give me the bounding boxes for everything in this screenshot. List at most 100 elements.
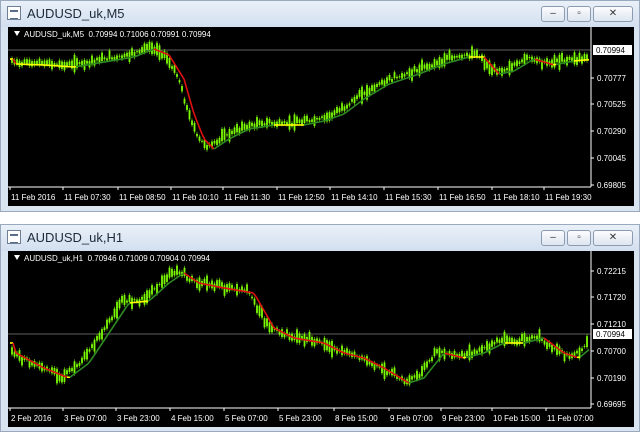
candle-body bbox=[451, 55, 453, 61]
chart-symbol: AUDUSD_uk,H1 bbox=[24, 254, 84, 263]
moving-average-segment bbox=[42, 366, 47, 370]
candle-body bbox=[213, 140, 216, 144]
moving-average-segment bbox=[570, 60, 575, 63]
chart-header: AUDUSD_uk,M5 0.70994 0.71006 0.70991 0.7… bbox=[14, 30, 211, 39]
moving-average-segment bbox=[105, 60, 110, 63]
current-price-label: 0.70994 bbox=[596, 330, 625, 339]
candle-body bbox=[436, 60, 438, 66]
restore-icon[interactable]: ▫ bbox=[567, 230, 591, 246]
candle-body bbox=[98, 332, 101, 340]
candle-body bbox=[341, 103, 343, 111]
candle-body bbox=[36, 60, 38, 65]
moving-average-segment bbox=[309, 339, 314, 342]
moving-average-segment bbox=[387, 82, 392, 86]
dropdown-triangle-icon[interactable] bbox=[14, 31, 20, 36]
candle-body bbox=[411, 69, 413, 81]
chart-window-icon bbox=[7, 230, 21, 244]
moving-average-segment bbox=[162, 285, 167, 289]
moving-average-segment bbox=[54, 371, 59, 375]
moving-average-segment bbox=[492, 346, 497, 350]
moving-average-segment bbox=[375, 89, 380, 93]
moving-average-segment bbox=[555, 63, 560, 66]
moving-average-segment bbox=[210, 145, 215, 150]
candle-body bbox=[203, 278, 206, 284]
candle-body bbox=[501, 337, 503, 343]
dropdown-triangle-icon[interactable] bbox=[14, 255, 20, 260]
candle-body bbox=[496, 337, 498, 343]
restore-icon[interactable]: ▫ bbox=[567, 6, 591, 22]
close-icon[interactable]: ✕ bbox=[593, 230, 633, 246]
minimize-icon[interactable]: – bbox=[541, 6, 565, 22]
candle-body bbox=[481, 54, 483, 61]
candle-body bbox=[101, 52, 103, 62]
moving-average-segment bbox=[330, 116, 335, 120]
window-titlebar[interactable]: AUDUSD_uk,M5 – ▫ ✕ bbox=[1, 1, 639, 27]
moving-average-segment bbox=[219, 142, 224, 146]
candle-body bbox=[523, 53, 526, 64]
chart-window-m5[interactable]: AUDUSD_uk,M5 – ▫ ✕ 0.70777 0.70525 0.70290… bbox=[0, 0, 640, 212]
candle-body bbox=[103, 57, 106, 60]
candle-body bbox=[26, 59, 28, 64]
moving-average-segment bbox=[480, 352, 485, 355]
moving-average-segment bbox=[216, 285, 221, 288]
moving-average-segment bbox=[111, 59, 116, 62]
time-label: 11 Feb 07:30 bbox=[64, 193, 111, 202]
moving-average-segment bbox=[204, 283, 209, 286]
window-titlebar[interactable]: AUDUSD_uk,H1 – ▫ ✕ bbox=[1, 225, 639, 251]
moving-average-segment bbox=[345, 352, 350, 356]
minimize-icon[interactable]: – bbox=[541, 230, 565, 246]
moving-average-segment bbox=[462, 57, 467, 60]
candle-body bbox=[111, 57, 113, 60]
candle-body bbox=[141, 47, 143, 53]
candle-body bbox=[158, 45, 161, 60]
candle-body bbox=[311, 119, 313, 122]
candle-body bbox=[211, 280, 213, 289]
candle-body bbox=[213, 283, 216, 292]
candle-body bbox=[118, 299, 121, 309]
candle-body bbox=[441, 350, 443, 353]
price-label: 0.69695 bbox=[597, 400, 626, 409]
moving-average-segment bbox=[453, 354, 458, 358]
candle-body bbox=[308, 120, 311, 123]
candle-body bbox=[433, 348, 436, 357]
price-label: 0.70045 bbox=[597, 154, 626, 163]
candle-body bbox=[523, 333, 526, 347]
candle-body bbox=[493, 342, 496, 345]
moving-average-segment bbox=[105, 332, 110, 338]
close-icon[interactable]: ✕ bbox=[593, 6, 633, 22]
moving-average-segment bbox=[432, 362, 437, 368]
candle-body bbox=[73, 361, 76, 374]
candle-body bbox=[381, 363, 383, 374]
candle-body bbox=[148, 290, 151, 298]
moving-average-segment bbox=[45, 368, 50, 371]
price-label: 0.70525 bbox=[597, 100, 626, 109]
moving-average-segment bbox=[321, 119, 326, 123]
price-chart[interactable]: 0.72215 0.71720 0.71210 0.70700 0.70190 0.696… bbox=[8, 251, 634, 427]
time-label: 3 Feb 23:00 bbox=[117, 414, 160, 423]
candle-body bbox=[86, 60, 88, 64]
candle-body bbox=[113, 56, 116, 60]
candle-body bbox=[308, 331, 311, 341]
moving-average-segment bbox=[477, 352, 482, 356]
moving-average-segment bbox=[315, 340, 320, 343]
candle-body bbox=[558, 54, 561, 70]
candle-body bbox=[551, 344, 553, 353]
candle-body bbox=[91, 344, 93, 349]
moving-average-segment bbox=[504, 71, 509, 74]
window-title: AUDUSD_uk,M5 bbox=[27, 6, 125, 21]
moving-average-segment bbox=[210, 284, 215, 287]
price-chart[interactable]: 0.70777 0.70525 0.70290 0.70045 0.69805 0.709… bbox=[8, 27, 634, 206]
candle-body bbox=[446, 54, 448, 60]
candle-body bbox=[151, 285, 153, 295]
chart-window-h1[interactable]: AUDUSD_uk,H1 – ▫ ✕ 0.72215 0.71720 0.71210… bbox=[0, 224, 640, 432]
moving-average-segment bbox=[126, 56, 131, 59]
candle-body bbox=[163, 50, 166, 59]
moving-average-segment bbox=[240, 290, 245, 293]
moving-average-segment bbox=[426, 68, 431, 72]
moving-average-segment bbox=[81, 64, 86, 67]
moving-average-segment bbox=[216, 144, 221, 148]
moving-average-segment bbox=[243, 290, 248, 293]
moving-average-segment bbox=[150, 48, 155, 51]
candle-body bbox=[178, 271, 181, 275]
moving-average-segment bbox=[126, 302, 131, 307]
